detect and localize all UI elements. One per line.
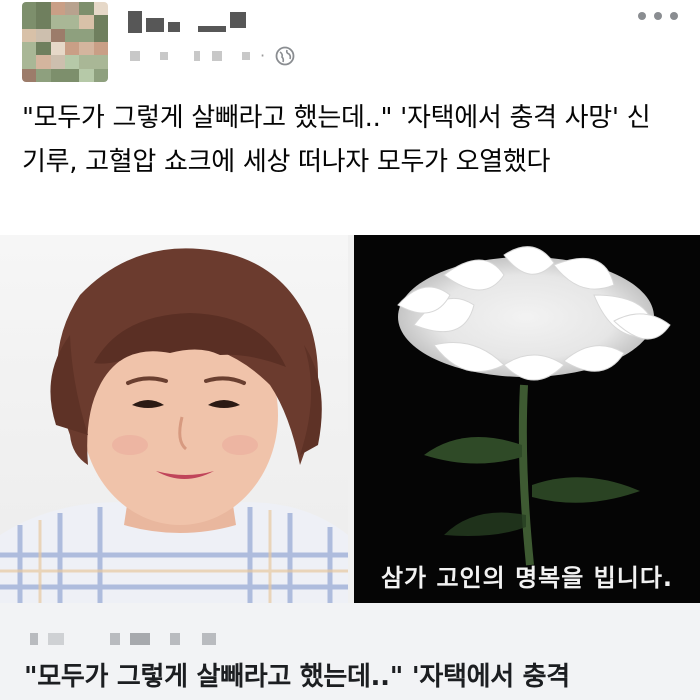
meta-separator: ·	[260, 46, 266, 65]
condolence-caption: 삼가 고인의 명복을 빕니다.	[380, 564, 674, 592]
post-header: ·	[0, 0, 700, 90]
avatar-pixel	[64, 28, 80, 42]
avatar-pixel	[79, 28, 94, 42]
avatar-pixel	[93, 41, 108, 56]
avatar-pixel	[36, 41, 51, 56]
avatar-pixel	[50, 15, 65, 29]
link-title[interactable]: "모두가 그렇게 살빼라고 했는데.." '자택에서 충격	[24, 659, 684, 695]
avatar-pixel	[50, 2, 65, 16]
more-dot	[670, 12, 678, 20]
avatar-pixel	[93, 28, 108, 42]
avatar-pixel	[50, 68, 65, 82]
more-dot	[638, 12, 646, 20]
avatar-pixel	[50, 55, 65, 69]
link-preview-image[interactable]: 삼가 고인의 명복을 빕니다.	[0, 235, 700, 603]
avatar-pixel	[93, 68, 108, 82]
avatar-pixel	[64, 55, 80, 69]
avatar-pixel	[22, 28, 37, 42]
feed-post: · "모두가 그렇게 살빼라고 했는데.." '자택에서 충격 사망' 신기루,…	[0, 0, 700, 700]
avatar-pixel	[36, 68, 51, 82]
memorial-flower-image: 삼가 고인의 명복을 빕니다.	[354, 235, 700, 603]
avatar-pixel	[22, 68, 37, 82]
post-meta: ·	[130, 44, 295, 68]
link-preview-caption[interactable]: "모두가 그렇게 살빼라고 했는데.." '자택에서 충격	[0, 603, 700, 700]
post-text: "모두가 그렇게 살빼라고 했는데.." '자택에서 충격 사망' 신기루, 고…	[22, 103, 651, 177]
avatar-pixel	[64, 68, 80, 82]
avatar-pixel	[50, 28, 65, 42]
more-dot	[654, 12, 662, 20]
avatar-pixel	[79, 41, 94, 56]
avatar-pixel	[93, 2, 108, 16]
avatar-pixel	[50, 41, 65, 56]
globe-icon[interactable]	[275, 46, 295, 66]
avatar-pixel	[79, 2, 94, 16]
avatar-pixel	[36, 28, 51, 42]
avatar-pixel	[64, 15, 80, 29]
avatar-pixel	[22, 2, 37, 16]
more-options-button[interactable]	[638, 6, 678, 26]
avatar-pixel	[22, 41, 37, 56]
timestamp-blurred[interactable]	[130, 51, 250, 61]
avatar-pixel	[22, 15, 37, 29]
author-name-blurred[interactable]	[128, 10, 246, 34]
avatar-pixel	[36, 2, 51, 16]
avatar-pixel	[93, 15, 108, 29]
avatar-pixel	[36, 55, 51, 69]
avatar-pixel	[79, 15, 94, 29]
portrait-photo	[0, 235, 348, 603]
avatar-pixel	[36, 15, 51, 29]
avatar-pixel	[64, 2, 80, 16]
avatar[interactable]	[22, 2, 108, 82]
avatar-pixel	[64, 41, 80, 56]
avatar-pixel	[79, 68, 94, 82]
avatar-pixel	[93, 55, 108, 69]
avatar-pixel	[22, 55, 37, 69]
link-domain-blurred	[30, 633, 216, 645]
avatar-pixel	[79, 55, 94, 69]
